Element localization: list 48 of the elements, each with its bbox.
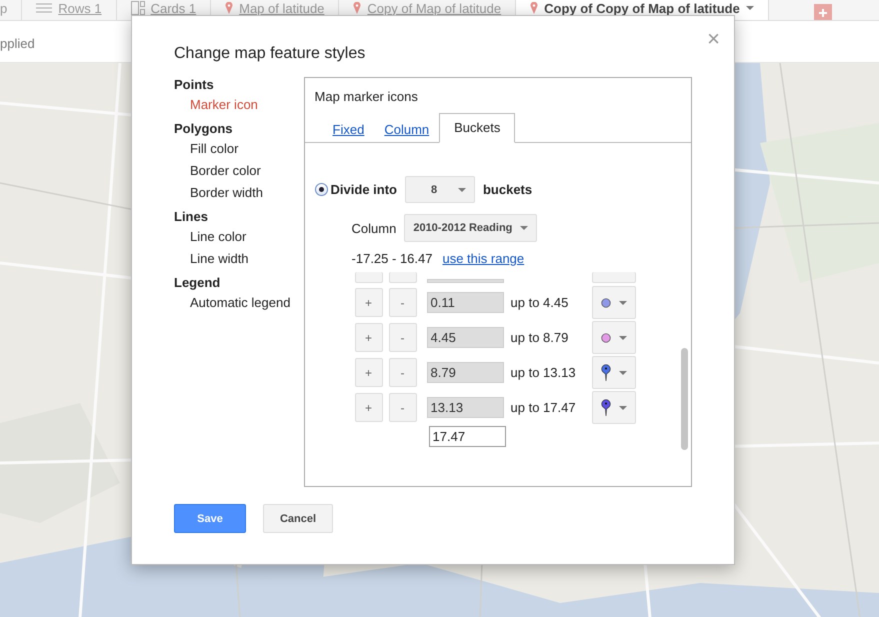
plus-button[interactable]: + (354, 393, 383, 422)
column-dropdown[interactable]: 2010-2012 Reading (404, 214, 538, 242)
divide-label: Divide into (330, 182, 397, 197)
nav-item[interactable]: Border width (190, 185, 292, 200)
plus-button[interactable]: + (354, 358, 383, 387)
range-end-label: up to 13.13 (510, 365, 577, 380)
minus-button[interactable]: - (388, 288, 417, 317)
panel-tab[interactable]: Fixed (322, 122, 374, 142)
range-end-label: up to 17.47 (510, 400, 577, 415)
nav-item[interactable]: Fill color (190, 141, 292, 156)
minus-button[interactable]: - (388, 358, 417, 387)
range-link[interactable]: use this range (442, 251, 524, 266)
add-tab-button[interactable] (814, 4, 832, 20)
range-end-label: up to 4.45 (510, 295, 570, 310)
cancel-button[interactable]: Cancel (263, 504, 333, 533)
input-field[interactable]: 17.47 (428, 426, 506, 447)
nav-item[interactable]: Line color (190, 229, 292, 244)
minus-button[interactable]: - (388, 393, 417, 422)
input-field[interactable]: 4.45 (426, 327, 504, 348)
column-label: Column (352, 220, 396, 236)
caret-icon (746, 6, 754, 10)
nav-item[interactable]: Automatic legend (190, 295, 292, 310)
minus-button[interactable]: - (388, 323, 417, 352)
nav-heading: Polygons (174, 121, 234, 136)
panel-tab[interactable]: Column (374, 122, 440, 142)
plus-button[interactable]: + (354, 323, 383, 352)
list-icon (36, 3, 52, 13)
nav-heading: Lines (174, 209, 209, 224)
panel-title: Map marker icons (314, 88, 419, 106)
panel-tab[interactable]: Buckets (439, 113, 516, 143)
range-text: -17.25 - 16.47 (352, 251, 432, 266)
input-field[interactable]: 13.13 (426, 397, 504, 418)
input-field[interactable]: 8.79 (426, 362, 504, 383)
nav-item[interactable]: Border color (190, 163, 292, 178)
input-field[interactable]: 0.11 (426, 292, 504, 313)
plus-icon (819, 9, 827, 17)
radio-button[interactable] (314, 183, 328, 196)
nav-heading: Points (174, 77, 215, 92)
range-end-label: up to 8.79 (510, 330, 570, 345)
nav-heading: Legend (174, 275, 222, 290)
nav-item[interactable]: Line width (190, 251, 292, 266)
buckets-label: buckets (482, 182, 532, 197)
count-dropdown[interactable]: 8 (404, 176, 475, 203)
plus-button[interactable]: + (354, 288, 383, 317)
nav-item[interactable]: Marker icon (190, 97, 292, 112)
cards-icon (130, 1, 145, 15)
dialog-title: Change map feature styles (174, 45, 366, 63)
filter-text: pplied (0, 36, 35, 51)
